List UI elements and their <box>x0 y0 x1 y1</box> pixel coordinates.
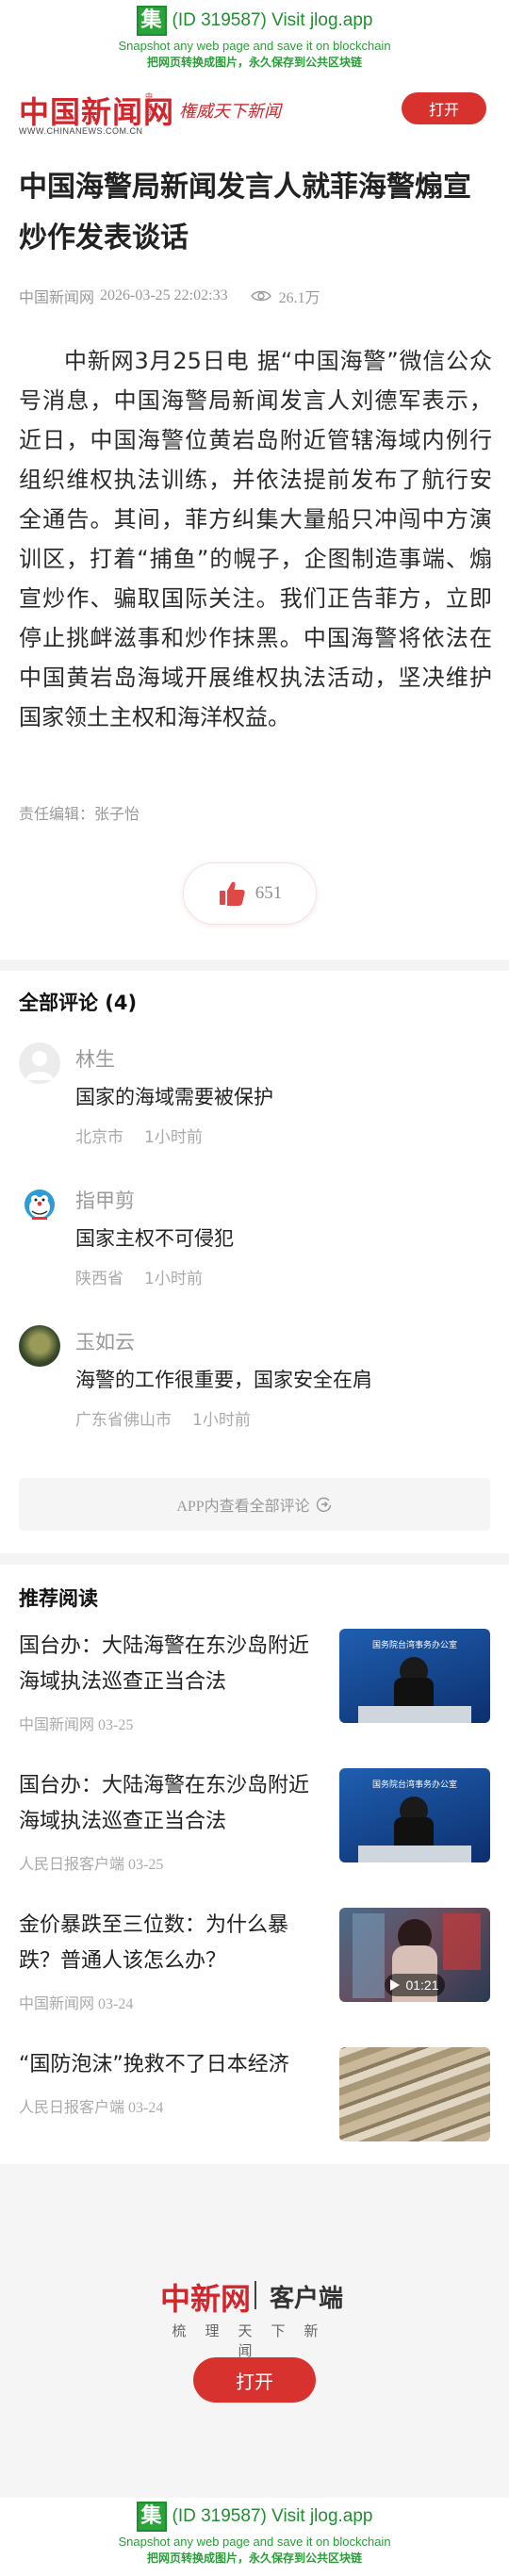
footer-tagline: 梳理天下新闻 <box>172 2322 337 2359</box>
comment-author[interactable]: 林生 <box>75 1044 115 1073</box>
recommend-title[interactable]: “国防泡沫”挽救不了日本经济 <box>19 2047 320 2083</box>
comment-time: 1小时前 <box>144 1128 203 1147</box>
recommend-source: 人民日报客户端 03-24 <box>19 2100 164 2116</box>
comment-time: 1小时前 <box>144 1270 203 1288</box>
recommend-source: 中国新闻网 03-25 <box>19 1717 134 1733</box>
comment-author[interactable]: 指甲剪 <box>75 1186 135 1214</box>
thumb-caption: 国务院台湾事务办公室 <box>371 1641 457 1650</box>
recommend-thumbnail[interactable]: 国务院台湾事务办公室 <box>339 1768 490 1862</box>
footer-client-label: 客户端 <box>270 2285 344 2313</box>
section-divider <box>0 960 509 971</box>
recommend-thumbnail[interactable] <box>339 2047 490 2141</box>
footer-divider <box>254 2281 256 2309</box>
article-body: 中新网3月25日电 据“中国海警”微信公众号消息，中国海警局新闻发言人刘德军表示… <box>19 348 492 730</box>
default-avatar <box>19 1042 60 1084</box>
footer-logo: 中新网 <box>160 2281 252 2317</box>
view-all-label: APP内查看全部评论 <box>176 1499 310 1515</box>
site-logo-vertical: 中新网 <box>145 92 153 118</box>
view-all-comments-button[interactable]: APP内查看全部评论 <box>19 1478 490 1531</box>
article-datetime: 2026-03-25 22:02:33 <box>100 287 228 304</box>
video-duration-badge: 01:21 <box>385 1974 445 1996</box>
app-promo-footer: 中新网 客户端 梳理天下新闻 打开 <box>0 2164 509 2498</box>
jlog-logo-icon: 集 <box>136 2502 167 2532</box>
thumb-caption: 国务院台湾事务办公室 <box>371 1780 457 1790</box>
recommend-title[interactable]: 金价暴跌至三位数：为什么暴跌？普通人该怎么办？ <box>19 1908 320 1979</box>
site-header: 中国新闻网 中新网 WWW.CHINANEWS.COM.CN 権威天下新闻 打开 <box>0 81 509 138</box>
comment-location: 陕西省 <box>75 1270 123 1288</box>
cartoon-avatar <box>19 1184 60 1225</box>
photo-avatar <box>19 1325 60 1367</box>
comment-time: 1小时前 <box>192 1411 251 1430</box>
article-source: 中国新闻网 <box>19 290 95 306</box>
jlog-line1: Snapshot any web page and save it on blo… <box>118 39 391 53</box>
jlog-line2: 把网页转换成图片，永久保存到公共区块链 <box>146 56 362 69</box>
recommend-video-thumbnail[interactable]: 01:21 <box>339 1908 490 2002</box>
article-title: 中国海警局新闻发言人就菲海警煽宣炒作发表谈话 <box>19 171 471 254</box>
comment-text: 海警的工作很重要，国家安全在肩 <box>75 1369 372 1391</box>
video-duration: 01:21 <box>405 1977 439 1993</box>
comment-author[interactable]: 玉如云 <box>75 1327 135 1355</box>
site-url: WWW.CHINANEWS.COM.CN <box>19 126 143 136</box>
article-editor: 责任编辑：张子怡 <box>19 805 140 823</box>
jlog-id[interactable]: (ID 319587) Visit jlog.app <box>172 10 373 31</box>
jlog-banner-top: 集 (ID 319587) Visit jlog.app Snapshot an… <box>0 0 509 81</box>
open-app-button-bottom[interactable]: 打开 <box>193 2357 316 2403</box>
comment-location: 广东省佛山市 <box>75 1411 172 1430</box>
comment-meta: 北京市 1小时前 <box>75 1124 223 1147</box>
comment-meta: 陕西省 1小时前 <box>75 1265 223 1288</box>
jlog-logo-icon: 集 <box>136 6 167 36</box>
thumbs-up-icon <box>219 881 245 906</box>
comment-location: 北京市 <box>75 1128 123 1147</box>
article-meta: 中国新闻网 2026-03-25 22:02:33 26.1万 <box>19 285 320 307</box>
play-icon <box>390 1979 401 1991</box>
comment-item: 指甲剪 国家主权不可侵犯 陕西省 1小时前 <box>19 1184 490 1297</box>
open-app-button[interactable]: 打开 <box>402 92 486 124</box>
comment-text: 国家主权不可侵犯 <box>75 1227 234 1250</box>
like-count: 651 <box>254 883 283 903</box>
recommend-item[interactable]: 国台办：大陆海警在东沙岛附近海域执法巡查正当合法 中国新闻网 03-25 国务院… <box>19 1629 490 1733</box>
jlog-banner-bottom: 集 (ID 319587) Visit jlog.app Snapshot an… <box>0 2498 509 2576</box>
comment-item: 林生 国家的海域需要被保护 北京市 1小时前 <box>19 1042 490 1156</box>
recommend-item[interactable]: 国台办：大陆海警在东沙岛附近海域执法巡查正当合法 人民日报客户端 03-25 国… <box>19 1768 490 1873</box>
like-button[interactable]: 651 <box>183 862 317 925</box>
arrow-circle-icon <box>316 1497 331 1513</box>
recommend-header: 推荐阅读 <box>19 1587 98 1610</box>
recommend-title[interactable]: 国台办：大陆海警在东沙岛附近海域执法巡查正当合法 <box>19 1629 320 1700</box>
jlog-line2: 把网页转换成图片，永久保存到公共区块链 <box>146 2551 362 2565</box>
comment-text: 国家的海域需要被保护 <box>75 1086 273 1108</box>
section-divider <box>0 1553 509 1565</box>
eye-icon <box>250 290 271 302</box>
comment-item: 玉如云 海警的工作很重要，国家安全在肩 广东省佛山市 1小时前 <box>19 1325 490 1438</box>
recommend-source: 人民日报客户端 03-25 <box>19 1857 164 1873</box>
jlog-id[interactable]: (ID 319587) Visit jlog.app <box>172 2506 373 2527</box>
recommend-item[interactable]: “国防泡沫”挽救不了日本经济 人民日报客户端 03-24 <box>19 2047 490 2151</box>
recommend-thumbnail[interactable]: 国务院台湾事务办公室 <box>339 1629 490 1723</box>
comments-header: 全部评论 (4) <box>19 992 138 1014</box>
site-slogan: 権威天下新闻 <box>179 102 281 122</box>
recommend-title[interactable]: 国台办：大陆海警在东沙岛附近海域执法巡查正当合法 <box>19 1768 320 1840</box>
article-views: 26.1万 <box>278 290 320 306</box>
jlog-line1: Snapshot any web page and save it on blo… <box>118 2535 391 2549</box>
recommend-item[interactable]: 金价暴跌至三位数：为什么暴跌？普通人该怎么办？ 中国新闻网 03-24 01:2… <box>19 1908 490 2012</box>
comment-meta: 广东省佛山市 1小时前 <box>75 1406 271 1430</box>
recommend-source: 中国新闻网 03-24 <box>19 1996 134 2012</box>
